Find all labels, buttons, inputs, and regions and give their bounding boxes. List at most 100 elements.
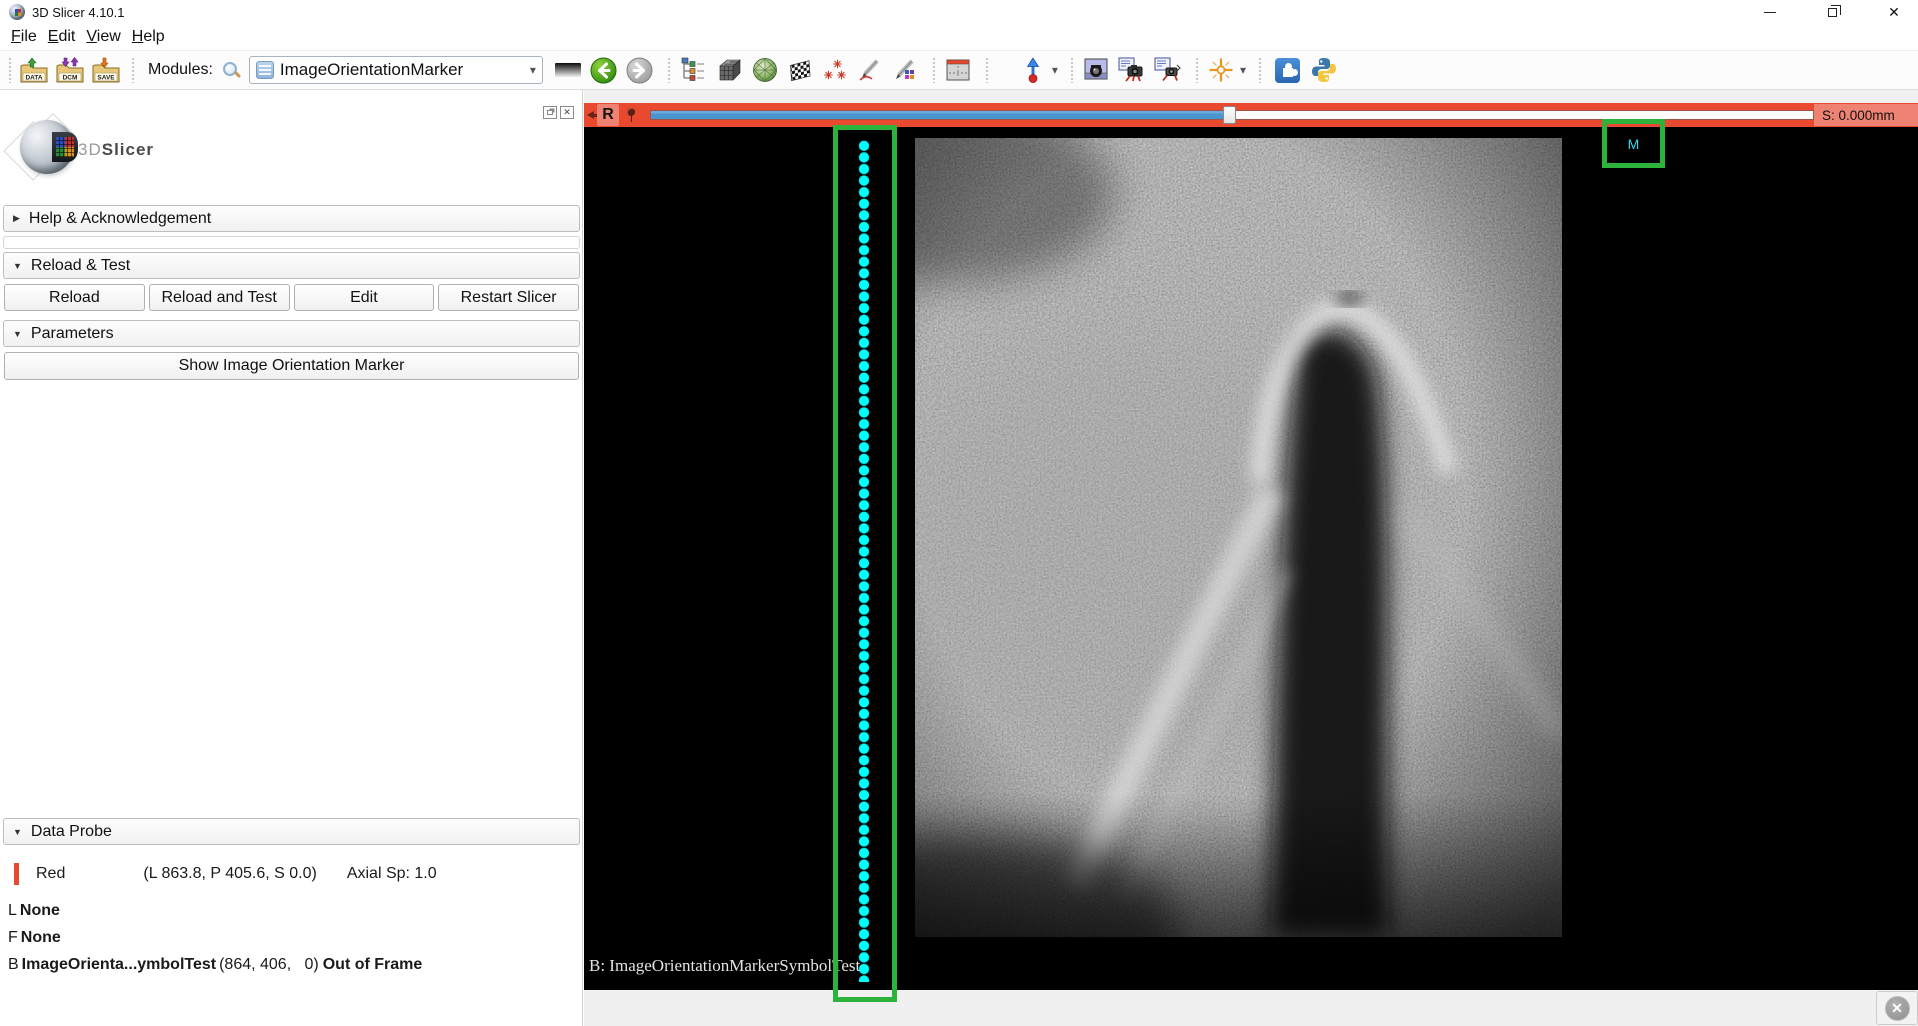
dicom-button[interactable]: DCM [55, 55, 85, 85]
ultrasound-image [915, 138, 1562, 937]
app-icon [9, 4, 25, 20]
layout-selector-button[interactable] [943, 55, 973, 85]
arrow-marker-icon [1022, 57, 1044, 83]
section-data-probe[interactable]: ▼ Data Probe [3, 818, 580, 845]
chevron-down-icon[interactable]: ▾ [1052, 63, 1058, 77]
pencil-curve-icon [856, 57, 882, 83]
forward-arrow-icon [626, 57, 653, 84]
toolbar-grip[interactable] [1258, 57, 1263, 83]
markups-button[interactable]: ✳ ✳ ✳ [822, 57, 848, 83]
corner-annotation: B: ImageOrientationMarkerSymbolTest [589, 956, 860, 976]
crosshair-button[interactable] [1206, 55, 1236, 85]
modules-combobox[interactable]: ImageOrientationMarker ▾ [249, 56, 543, 84]
back-arrow-icon [590, 57, 617, 84]
mesh-sphere-icon [752, 57, 778, 83]
restore-icon [1828, 8, 1837, 17]
section-parameters[interactable]: ▼ Parameters [3, 320, 580, 347]
close-button[interactable]: ✕ [1874, 0, 1914, 24]
hide-panel-button[interactable]: ✕ [560, 106, 574, 119]
python-icon [1311, 57, 1337, 83]
orientation-marker-letter: M [1628, 136, 1640, 152]
pushpin-icon[interactable] [624, 107, 638, 123]
slice-canvas[interactable]: B: ImageOrientationMarkerSymbolTest [584, 127, 1918, 990]
restore-button[interactable] [1812, 0, 1852, 24]
extensions-manager-button[interactable] [1273, 55, 1303, 85]
python-console-button[interactable] [1309, 55, 1339, 85]
section-reload-test[interactable]: ▼ Reload & Test [3, 252, 580, 279]
toolbar-grip[interactable] [1070, 57, 1075, 83]
highlight-rect-orientation-letter: M [1602, 119, 1665, 168]
probe-slice-row: Red (L 863.8, P 405.6, S 0.0) Axial Sp: … [14, 862, 574, 886]
slice-marker-button[interactable] [1018, 55, 1048, 85]
title-bar: 3D Slicer 4.10.1 ✕ [0, 0, 1918, 24]
menu-edit[interactable]: Edit [48, 28, 76, 46]
toolbar-grip[interactable] [8, 57, 13, 83]
probe-layer-foreground: F None [8, 929, 574, 951]
annotations-button[interactable] [854, 55, 884, 85]
slice-offset-value: S: 0.000mm [1814, 104, 1918, 126]
reload-button[interactable]: Reload [4, 284, 145, 311]
svg-text:DATA: DATA [25, 74, 42, 81]
edit-button[interactable]: Edit [294, 284, 435, 311]
main-toolbar: DATA DCM SAVE Modules: [0, 50, 1918, 90]
slicer-logo: 3DSlicer [10, 118, 210, 188]
logo-text: 3DSlicer [78, 140, 154, 160]
close-icon: ✕ [563, 108, 571, 117]
search-icon [221, 60, 241, 80]
close-icon: ✕ [1885, 996, 1910, 1021]
module-search-button[interactable] [219, 55, 243, 85]
restart-slicer-button[interactable]: Restart Slicer [438, 284, 579, 311]
chevron-down-icon[interactable]: ▾ [1240, 63, 1246, 77]
slicer-app-window: 3D Slicer 4.10.1 ✕ File Edit View Help D… [0, 0, 1918, 1026]
module-back-button[interactable] [589, 55, 619, 85]
save-button[interactable]: SAVE [91, 55, 121, 85]
toolbar-grip[interactable] [131, 57, 136, 83]
toolbar-grip[interactable] [1195, 57, 1200, 83]
menu-file[interactable]: File [11, 28, 37, 46]
help-collapsed-frame [3, 236, 580, 249]
selected-module: ImageOrientationMarker [280, 60, 526, 80]
module-panel: ✕ 3DSlicer ▶ Help & Acknowledgement ▼ Re… [0, 90, 583, 1026]
subject-hierarchy-button[interactable] [678, 55, 708, 85]
reload-buttons-row: Reload Reload and Test Edit Restart Slic… [4, 284, 579, 311]
notification-close-button[interactable]: ✕ [1876, 991, 1918, 1025]
cube-icon [716, 57, 742, 83]
scripted-module-icon [256, 61, 274, 79]
screenshot-button[interactable] [1081, 55, 1111, 85]
menu-view[interactable]: View [86, 28, 120, 46]
transform-grid-icon [788, 57, 814, 83]
triangle-down-icon: ▼ [13, 827, 22, 837]
history-icon [555, 63, 581, 77]
toolbar-grip[interactable] [932, 57, 937, 83]
module-forward-button[interactable] [625, 55, 655, 85]
toolbar-grip[interactable] [667, 57, 672, 83]
svg-text:SAVE: SAVE [97, 74, 115, 81]
models-button[interactable] [750, 55, 780, 85]
scene-view-capture-button[interactable] [1117, 55, 1147, 85]
reload-and-test-button[interactable]: Reload and Test [149, 284, 290, 311]
red-slice-color-swatch [14, 863, 19, 885]
module-history-button[interactable] [553, 55, 583, 85]
show-image-orientation-marker-button[interactable]: Show Image Orientation Marker [4, 352, 579, 380]
minimize-button[interactable] [1750, 0, 1790, 24]
toolbar-grip[interactable] [985, 57, 990, 83]
triangle-down-icon: ▼ [13, 329, 22, 339]
window-title: 3D Slicer 4.10.1 [32, 5, 125, 20]
transforms-button[interactable] [786, 55, 816, 85]
modules-label: Modules: [148, 61, 213, 79]
volumes-button[interactable] [714, 55, 744, 85]
slice-orientation-menu[interactable]: R [597, 104, 619, 126]
asterisk-icon: ✳ [824, 69, 833, 82]
menu-help[interactable]: Help [132, 28, 165, 46]
slider-handle[interactable] [1223, 106, 1236, 124]
scene-view-restore-button[interactable] [1153, 55, 1183, 85]
load-data-button[interactable]: DATA [19, 55, 49, 85]
load-data-icon: DATA [19, 57, 49, 84]
pencil-colors-icon [892, 57, 918, 83]
undock-panel-button[interactable] [543, 106, 557, 119]
crosshair-icon [1208, 57, 1234, 83]
collapse-pin-icon[interactable] [587, 111, 594, 119]
undock-icon [547, 110, 553, 115]
section-help-acknowledgement[interactable]: ▶ Help & Acknowledgement [3, 205, 580, 232]
segment-editor-button[interactable] [890, 55, 920, 85]
